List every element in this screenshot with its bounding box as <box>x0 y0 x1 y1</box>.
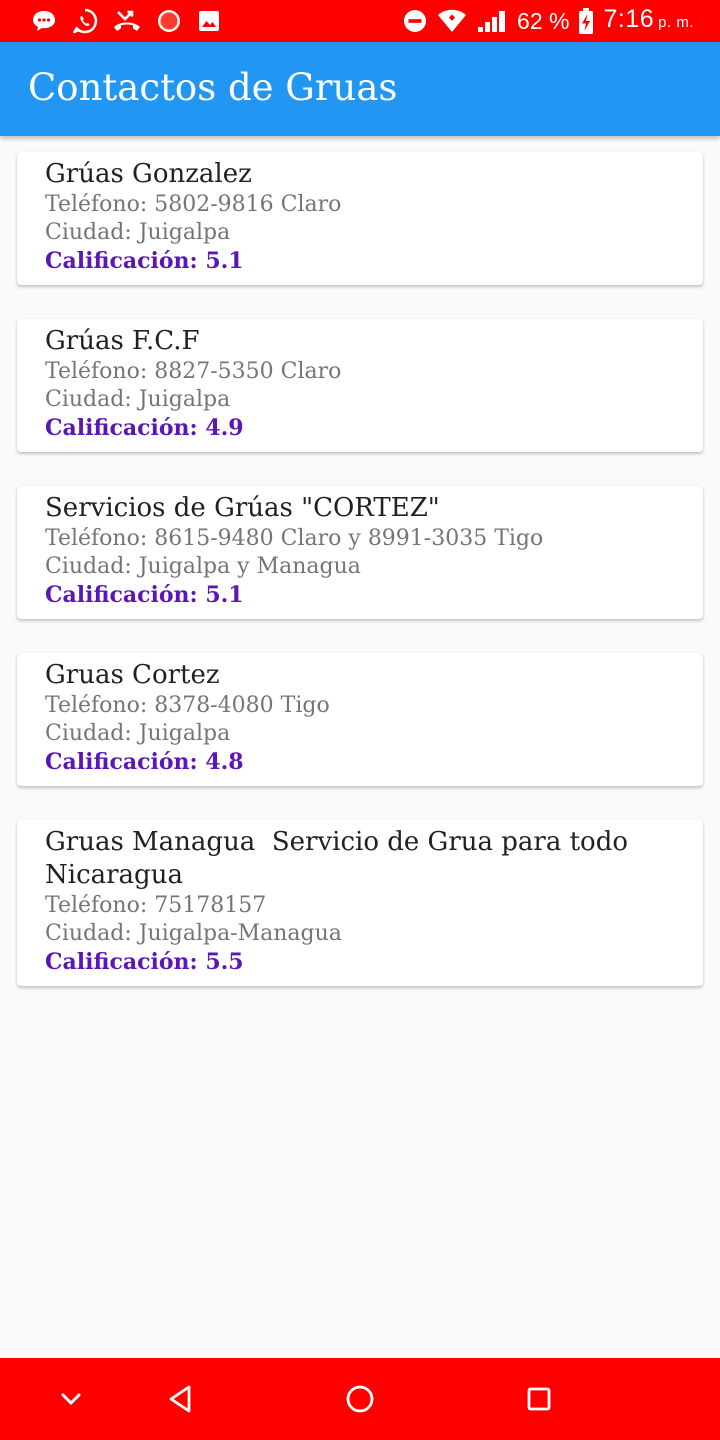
battery-charging-icon <box>578 7 594 35</box>
contact-city: Ciudad: Juigalpa-Managua <box>45 921 342 946</box>
contact-rating: Calificación: 4.8 <box>45 749 244 775</box>
system-icons: 62 % 7:16 p. m. <box>402 5 694 37</box>
red-circle-icon <box>155 7 183 35</box>
contact-city: Ciudad: Juigalpa <box>45 721 231 746</box>
contact-rating: Calificación: 5.1 <box>45 582 244 608</box>
contact-name: Grúas Gonzalez <box>45 159 252 189</box>
app-bar: Contactos de Gruas <box>0 42 720 136</box>
contact-phone: Teléfono: 8827-5350 Claro <box>45 359 342 384</box>
battery-percentage: 62 % <box>517 8 570 34</box>
contact-card[interactable]: Gruas Managua Servicio de Grua para todo… <box>17 820 703 986</box>
contact-name: Servicios de Grúas "CORTEZ" <box>45 493 440 523</box>
do-not-disturb-icon <box>402 8 428 34</box>
contact-name: Gruas Managua Servicio de Grua para todo… <box>45 827 637 890</box>
contact-list: Grúas Gonzalez Teléfono: 5802-9816 Claro… <box>17 152 703 1020</box>
contact-rating: Calificación: 5.1 <box>45 248 244 274</box>
contact-name: Grúas F.C.F <box>45 326 200 356</box>
page-title: Contactos de Gruas <box>28 66 398 109</box>
contact-phone: Teléfono: 5802-9816 Claro <box>45 192 342 217</box>
contact-rating: Calificación: 5.5 <box>45 949 244 975</box>
chat-bubble-icon <box>30 7 58 35</box>
recents-icon[interactable] <box>519 1379 559 1419</box>
clock-ampm: p. m. <box>658 14 694 31</box>
whatsapp-icon <box>71 7 99 35</box>
contact-card[interactable]: Grúas F.C.F Teléfono: 8827-5350 Claro Ci… <box>17 319 703 452</box>
navigation-bar <box>0 1358 720 1440</box>
image-icon <box>196 8 222 34</box>
contact-phone: Teléfono: 75178157 <box>45 893 267 918</box>
contact-card[interactable]: Grúas Gonzalez Teléfono: 5802-9816 Claro… <box>17 152 703 285</box>
contact-city: Ciudad: Juigalpa <box>45 387 231 412</box>
contact-name: Gruas Cortez <box>45 660 220 690</box>
signal-icon <box>476 8 508 34</box>
clock-time: 7:16 <box>603 5 655 33</box>
contact-card[interactable]: Servicios de Grúas "CORTEZ" Teléfono: 86… <box>17 486 703 619</box>
contact-city: Ciudad: Juigalpa <box>45 220 231 245</box>
clock: 7:16 p. m. <box>603 3 694 39</box>
contact-rating: Calificación: 4.9 <box>45 415 244 441</box>
contact-card[interactable]: Gruas Cortez Teléfono: 8378-4080 Tigo Ci… <box>17 653 703 786</box>
contact-city: Ciudad: Juigalpa y Managua <box>45 554 361 579</box>
wifi-icon <box>437 8 467 34</box>
contact-phone: Teléfono: 8378-4080 Tigo <box>45 693 330 718</box>
back-icon[interactable] <box>161 1379 201 1419</box>
contact-phone: Teléfono: 8615-9480 Claro y 8991-3035 Ti… <box>45 526 544 551</box>
chevron-down-icon[interactable] <box>51 1379 91 1419</box>
missed-call-icon <box>112 7 142 35</box>
notification-icons <box>30 7 222 35</box>
home-icon[interactable] <box>340 1379 380 1419</box>
status-bar: 62 % 7:16 p. m. <box>0 0 720 42</box>
